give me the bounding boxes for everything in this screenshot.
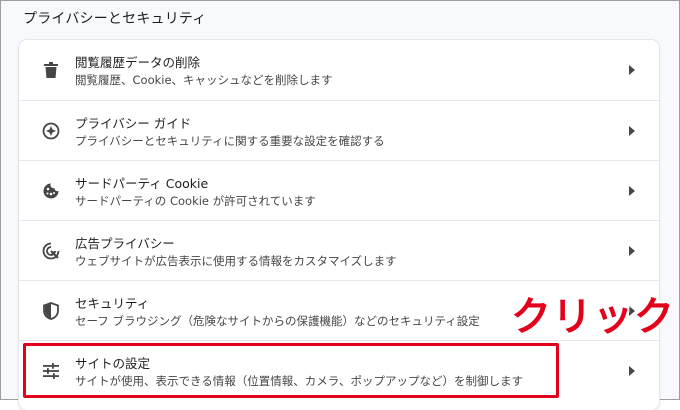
cookie-icon	[41, 181, 61, 201]
row-subtitle: 閲覧履歴、Cookie、キャッシュなどを削除します	[75, 73, 333, 87]
row-title: セキュリティ	[75, 296, 150, 311]
chevron-right-icon	[627, 245, 637, 257]
chevron-right-icon	[627, 185, 637, 197]
section-title: プライバシーとセキュリティ	[23, 11, 207, 27]
tune-icon	[41, 361, 61, 381]
row-subtitle: サードパーティの Cookie が許可されています	[75, 194, 316, 208]
row-title: サードパーティ Cookie	[75, 176, 209, 191]
row-subtitle: サイトが使用、表示できる情報（位置情報、カメラ、ポップアップなど）を制御します	[75, 374, 524, 388]
click-callout: クリック	[511, 294, 675, 340]
chevron-right-icon	[627, 64, 637, 76]
trash-icon	[41, 60, 61, 80]
privacy-settings-card: 閲覧履歴データの削除 閲覧履歴、Cookie、キャッシュなどを削除します プライ…	[19, 40, 659, 410]
row-clear-browsing-data[interactable]: 閲覧履歴データの削除 閲覧履歴、Cookie、キャッシュなどを削除します	[19, 40, 659, 100]
row-privacy-guide[interactable]: プライバシー ガイド プライバシーとセキュリティに関する重要な設定を確認する	[19, 100, 659, 160]
row-title: プライバシー ガイド	[75, 116, 192, 131]
row-subtitle: セーフ ブラウジング（危険なサイトからの保護機能）などのセキュリティ設定	[75, 314, 480, 328]
row-title: 広告プライバシー	[75, 236, 175, 251]
compass-icon	[41, 121, 61, 141]
row-subtitle: プライバシーとセキュリティに関する重要な設定を確認する	[75, 134, 385, 148]
row-third-party-cookies[interactable]: サードパーティ Cookie サードパーティの Cookie が許可されています	[19, 160, 659, 220]
settings-page: プライバシーとセキュリティ 閲覧履歴データの削除 閲覧履歴、Cookie、キャッ…	[1, 1, 679, 410]
row-subtitle: ウェブサイトが広告表示に使用する情報をカスタマイズします	[75, 254, 397, 268]
row-title: サイトの設定	[75, 356, 151, 371]
row-site-settings[interactable]: サイトの設定 サイトが使用、表示できる情報（位置情報、カメラ、ポップアップなど）…	[19, 340, 659, 400]
chevron-right-icon	[627, 365, 637, 377]
shield-icon	[41, 301, 61, 321]
chevron-right-icon	[627, 125, 637, 137]
row-ad-privacy[interactable]: 広告プライバシー ウェブサイトが広告表示に使用する情報をカスタマイズします	[19, 220, 659, 280]
ad-privacy-icon	[41, 241, 61, 261]
row-title: 閲覧履歴データの削除	[75, 55, 201, 70]
